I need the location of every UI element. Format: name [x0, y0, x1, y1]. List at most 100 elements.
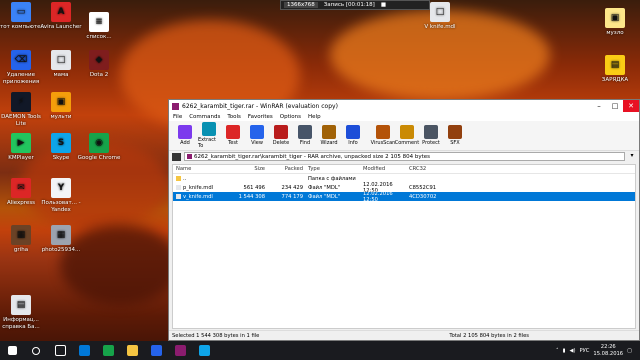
desktop-icon-image: ▭: [11, 2, 31, 22]
column-size[interactable]: Size: [227, 166, 267, 172]
desktop-icon-image: ▣: [605, 8, 625, 28]
close-button[interactable]: ✕: [623, 100, 639, 112]
recorder-stop-icon[interactable]: ■: [381, 2, 386, 8]
taskbar-edge-icon[interactable]: [72, 341, 96, 360]
desktop-icon[interactable]: ▣ музло: [590, 8, 640, 37]
file-list[interactable]: Name Size Packed Type Modified CRC32 .. П…: [172, 164, 636, 329]
toolbar-label: Wizard: [320, 140, 338, 146]
toolbar-button[interactable]: Add: [174, 121, 196, 150]
menu-item[interactable]: Favorites: [248, 114, 273, 120]
taskbar-chrome-icon[interactable]: [96, 341, 120, 360]
column-packed[interactable]: Packed: [267, 166, 305, 172]
menu-item[interactable]: Commands: [189, 114, 220, 120]
winrar-window[interactable]: 6262_karambit_tiger.rar - WinRAR (evalua…: [168, 99, 640, 341]
toolbar-button[interactable]: Wizard: [318, 121, 340, 150]
chevron-down-icon[interactable]: ▾: [628, 152, 636, 161]
cell-packed: 774 179: [281, 193, 303, 200]
toolbar-icon: [274, 125, 288, 139]
desktop-icon-label: мульти: [50, 114, 72, 120]
column-name[interactable]: Name: [173, 166, 227, 172]
desktop-icon-image: S: [51, 133, 71, 153]
toolbar-button[interactable]: Extract To: [198, 121, 220, 150]
desktop-icon[interactable]: ≡ список...: [74, 12, 124, 41]
taskbar-glyph: [126, 345, 138, 356]
toolbar-icon: [178, 125, 192, 139]
toolbar-button[interactable]: Comment: [394, 121, 420, 150]
language-indicator[interactable]: РУС: [579, 348, 589, 354]
taskbar-winrar-icon[interactable]: [168, 341, 192, 360]
taskbar-glyph: [78, 345, 90, 356]
taskbar-task-view-icon[interactable]: [48, 341, 72, 360]
cell-size: 561 496: [243, 184, 265, 191]
recorder-status: Запись [00:01:18]: [323, 2, 375, 8]
toolbar-icon: [400, 125, 414, 139]
network-icon[interactable]: ▮: [563, 348, 566, 354]
column-type[interactable]: Type: [305, 166, 361, 172]
minimize-button[interactable]: –: [591, 100, 607, 112]
menu-item[interactable]: File: [173, 114, 182, 120]
taskbar-explorer-icon[interactable]: [120, 341, 144, 360]
desktop-icon-image: ⚡: [11, 92, 31, 112]
toolbar-button[interactable]: Protect: [420, 121, 442, 150]
desktop-icon-image: A: [51, 2, 71, 22]
desktop-icon[interactable]: ◆ Dota 2: [74, 50, 124, 79]
menu-item[interactable]: Options: [280, 114, 301, 120]
volume-icon[interactable]: ◀): [569, 348, 575, 354]
taskbar-store-icon[interactable]: [144, 341, 168, 360]
desktop-icon-label: ЗАРЯДКА: [601, 77, 629, 83]
taskbar-search-icon[interactable]: [24, 341, 48, 360]
toolbar-button[interactable]: Find: [294, 121, 316, 150]
desktop-icon-image: ⌫: [11, 50, 31, 70]
taskbar-start-icon[interactable]: [0, 341, 24, 360]
menu-item[interactable]: Help: [308, 114, 321, 120]
cell-modified: 12.02.2016 12:50: [363, 190, 393, 203]
menu-item[interactable]: Tools: [227, 114, 241, 120]
toolbar-label: Comment: [394, 140, 420, 146]
window-titlebar[interactable]: 6262_karambit_tiger.rar - WinRAR (evalua…: [169, 100, 639, 112]
cell-name: p_knife.mdl: [173, 184, 227, 191]
toolbar-label: Delete: [272, 140, 290, 146]
desktop-icon-label: музло: [606, 30, 624, 36]
toolbar-button[interactable]: Delete: [270, 121, 292, 150]
toolbar-label: Extract To: [198, 137, 216, 149]
clock[interactable]: 22:26 15.08.2016: [593, 344, 623, 358]
desktop-icon[interactable]: ▤ Информац... справка Ба...: [0, 295, 46, 331]
taskbar: ˄ ▮ ◀) РУС 22:26 15.08.2016 ▢: [0, 341, 640, 360]
desktop-icon[interactable]: ◉ Google Chrome: [74, 133, 124, 162]
toolbar-button[interactable]: View: [246, 121, 268, 150]
desktop-icon[interactable]: ▣ мульти: [36, 92, 86, 121]
desktop-icon-label: Dota 2: [89, 72, 109, 78]
taskbar-glyph: [174, 345, 186, 356]
toolbar-button[interactable]: VirusScan: [371, 121, 395, 150]
screen-recorder-bar[interactable]: 1366x768 Запись [00:01:18] ■: [280, 0, 430, 10]
up-folder-icon[interactable]: [172, 152, 181, 161]
file-icon: [176, 193, 181, 199]
toolbar-button[interactable]: SFX: [444, 121, 466, 150]
tray-up-icon[interactable]: ˄: [556, 348, 559, 354]
toolbar-button[interactable]: Test: [222, 121, 244, 150]
taskbar-app-icon[interactable]: [192, 341, 216, 360]
taskbar-glyph: [7, 346, 17, 355]
maximize-button[interactable]: □: [607, 100, 623, 112]
notifications-icon[interactable]: ▢: [627, 348, 632, 354]
menu-bar: File Commands Tools Favorites Options Help: [169, 112, 639, 121]
toolbar-label: Info: [348, 140, 358, 146]
desktop-icon[interactable]: ▦ photo25934...: [36, 225, 86, 254]
cell-type: Файл "MDL": [308, 193, 341, 200]
toolbar-label: Add: [180, 140, 190, 146]
table-row[interactable]: v_knife.mdl 1 544 308 774 179 Файл "MDL" 12.…: [173, 190, 635, 203]
desktop-icon-image: ▦: [11, 225, 31, 245]
path-field[interactable]: 6262_karambit_tiger.rar\karambit_tiger -…: [184, 152, 625, 161]
status-bar: Selected 1 544 308 bytes in 1 file Total…: [169, 330, 639, 340]
cell-name: v_knife.mdl: [173, 193, 227, 200]
toolbar-icon: [322, 125, 336, 139]
toolbar-icon: [376, 125, 390, 139]
column-crc[interactable]: CRC32: [407, 166, 447, 172]
path-bar: 6262_karambit_tiger.rar\karambit_tiger -…: [169, 151, 639, 162]
column-modified[interactable]: Modified: [361, 166, 407, 172]
toolbar-button[interactable]: Info: [342, 121, 364, 150]
desktop-icon[interactable]: ▤ ЗАРЯДКА: [590, 55, 640, 84]
desktop-icon[interactable]: Y Пользоват... - Yandex: [36, 178, 86, 214]
archive-icon: [187, 154, 192, 159]
toolbar-icon: [424, 125, 438, 139]
